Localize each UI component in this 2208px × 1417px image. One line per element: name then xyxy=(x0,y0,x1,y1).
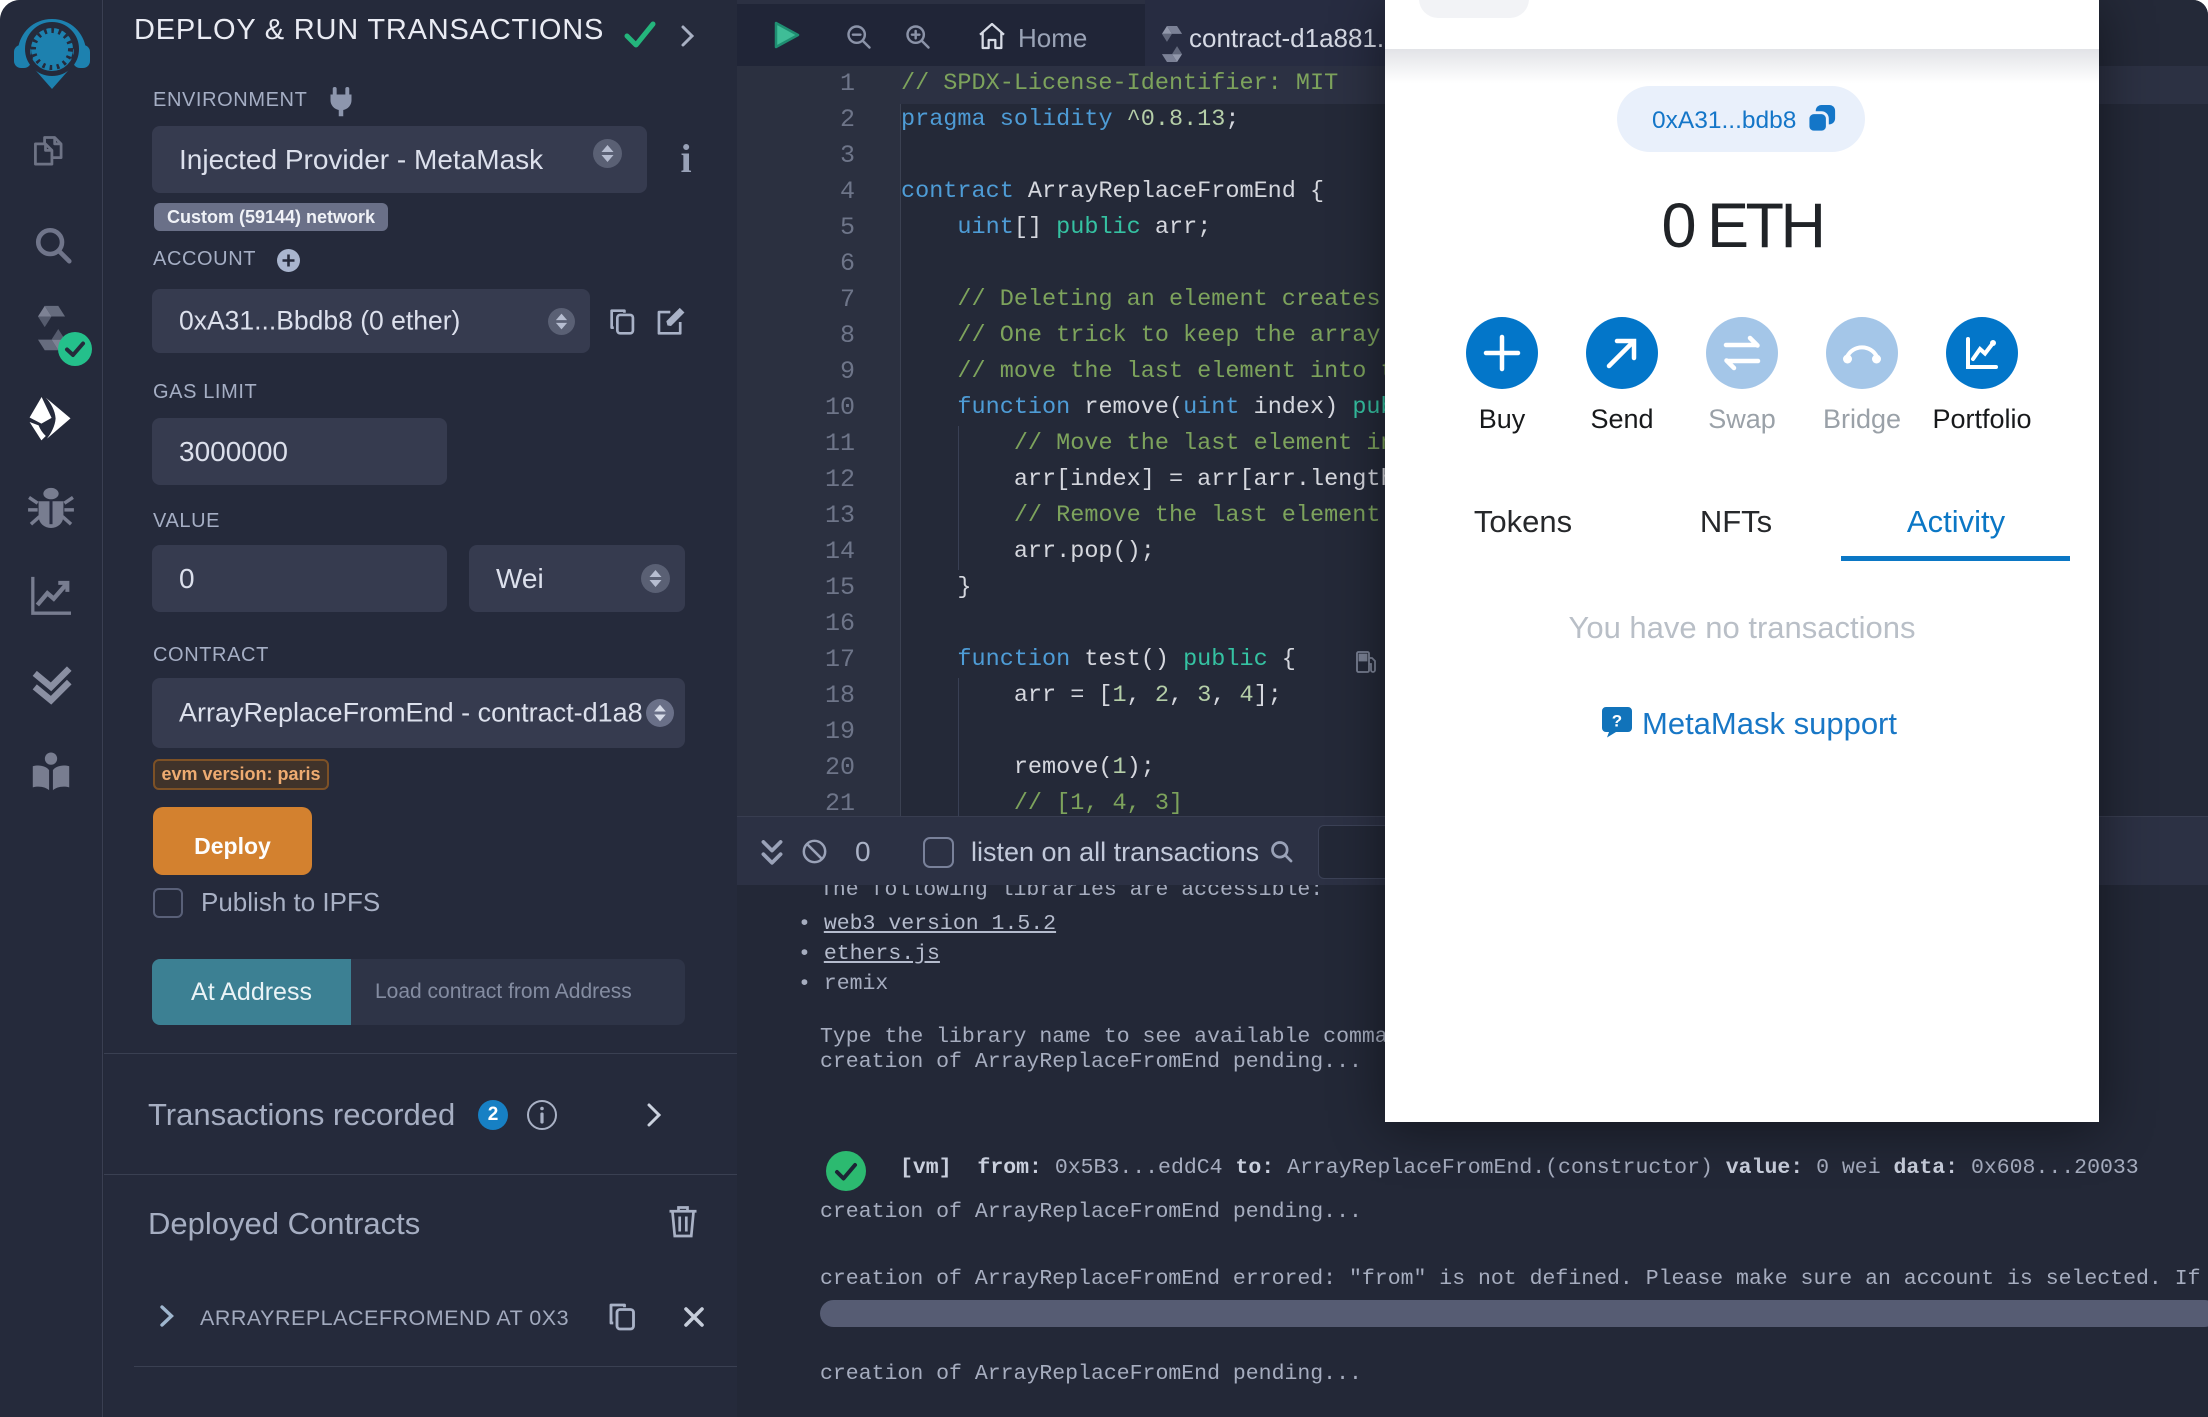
svg-text:?: ? xyxy=(1612,712,1622,731)
